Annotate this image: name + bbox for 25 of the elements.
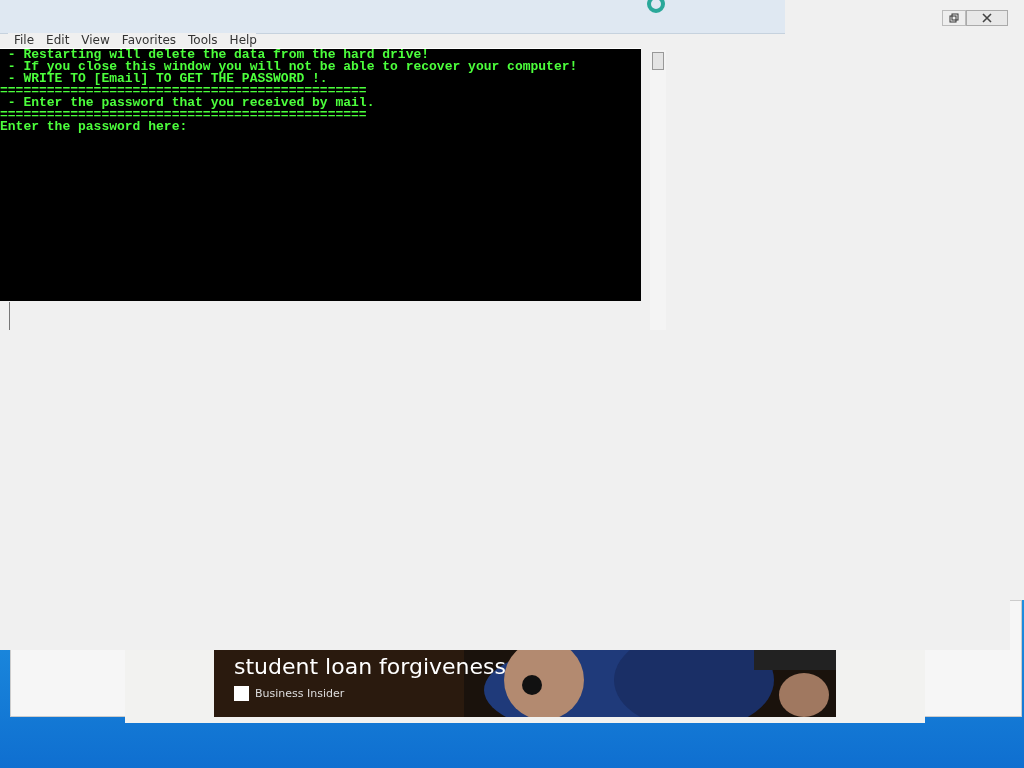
news-headline: student loan forgiveness [234, 654, 506, 680]
source-logo-icon [234, 686, 249, 701]
console-line: - Restarting will delete the data from the hard drive! [6, 49, 431, 61]
menu-item[interactable]: View [75, 33, 116, 48]
console-line: =============================================== [0, 85, 367, 97]
console-line: =============================================== [0, 109, 368, 121]
console-line: - WRITE TO [Email] TO GET THE PASSWORD !. [6, 73, 329, 85]
restore-button[interactable] [942, 10, 966, 26]
text-cursor [9, 302, 10, 330]
menu-item[interactable]: File [8, 33, 41, 48]
menu-item[interactable]: Tools [182, 33, 224, 48]
restore-icon [949, 13, 959, 23]
console-line: - If you close this window you will not be able to recover your computer! [6, 61, 579, 73]
password-prompt: Enter the password here: [0, 121, 189, 133]
menu-item[interactable]: Favorites [115, 33, 183, 48]
menu-item[interactable]: Help [223, 33, 263, 48]
news-source: Business Insider [255, 687, 345, 700]
news-card[interactable]: student loan forgiveness Business Insider [214, 650, 836, 717]
scrollbar[interactable] [650, 50, 666, 330]
close-button[interactable] [966, 10, 1008, 26]
console-line: - Enter the password that you received by mail. [6, 97, 376, 109]
scrollbar-thumb[interactable] [652, 52, 664, 70]
close-icon [981, 13, 993, 23]
menu-item[interactable]: Edit [40, 33, 76, 48]
loading-icon [646, 0, 666, 14]
